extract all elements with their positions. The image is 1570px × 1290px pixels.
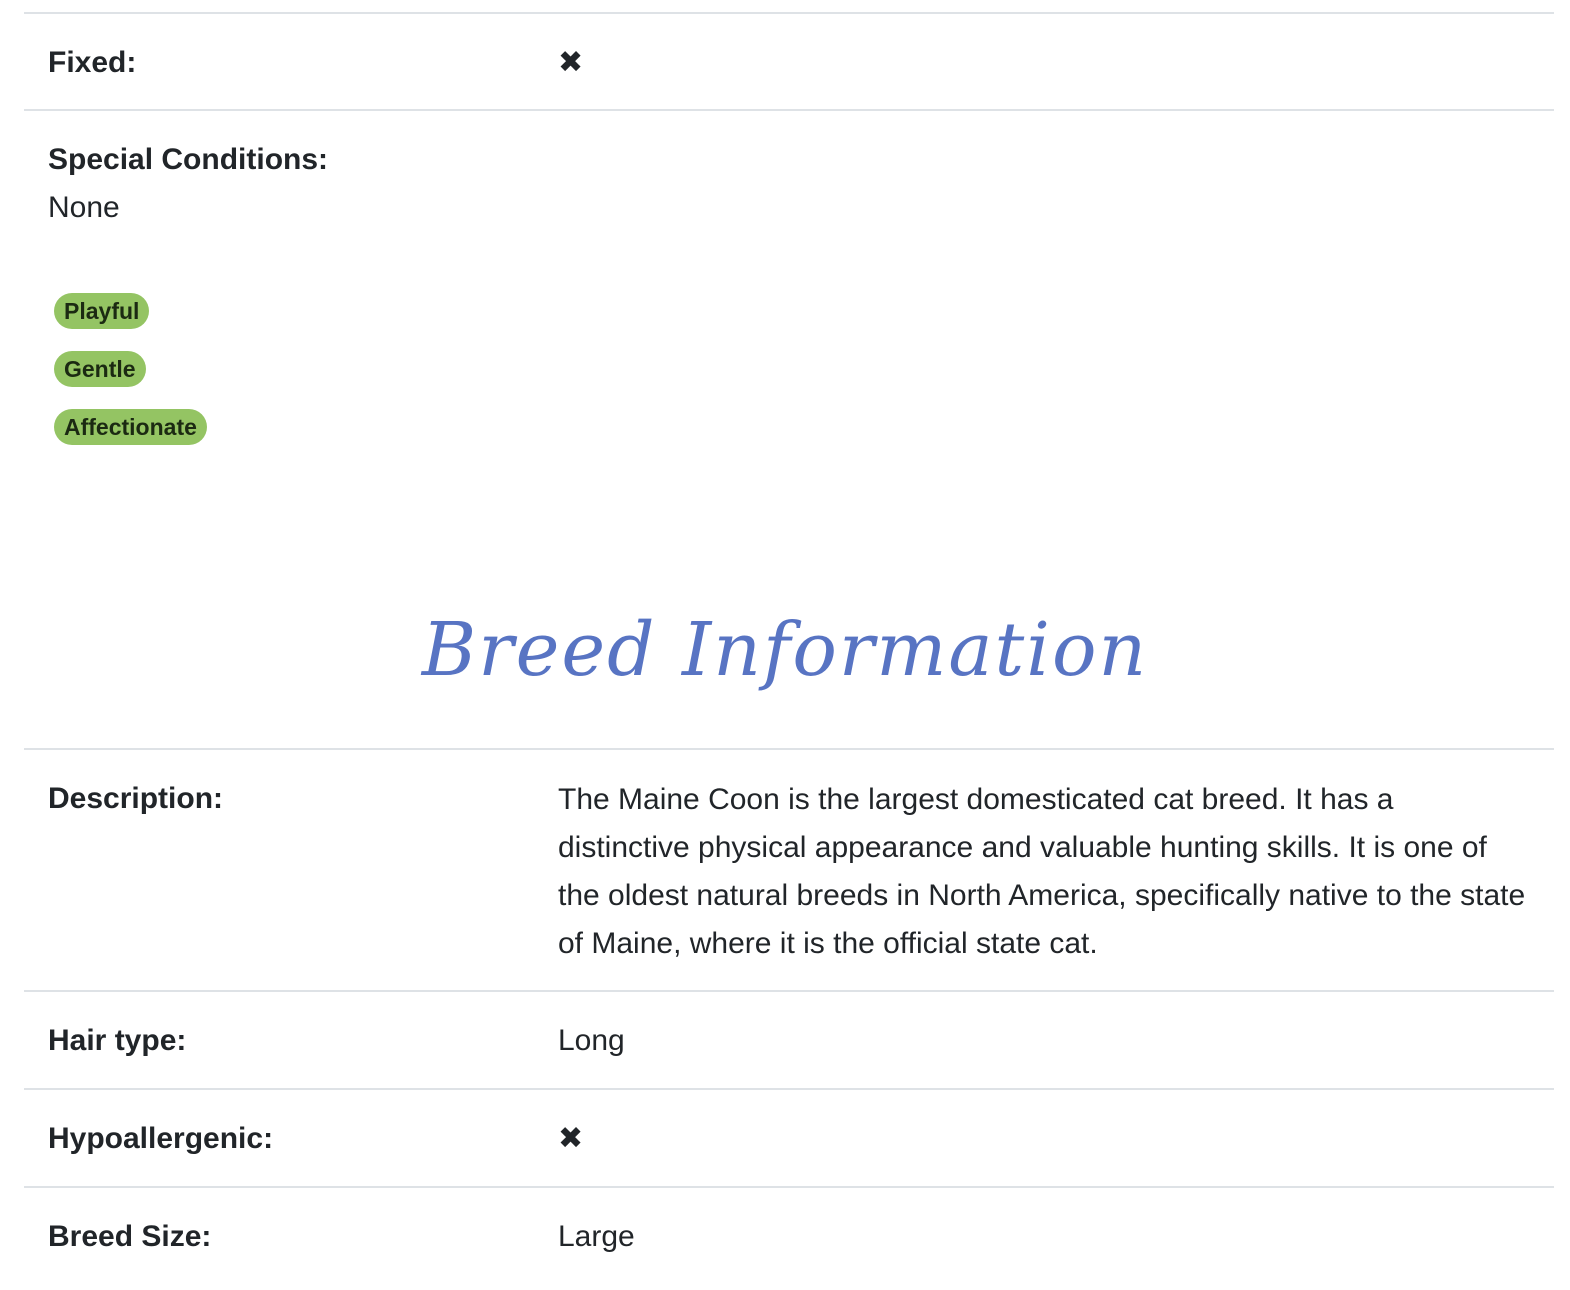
row-divider xyxy=(24,12,1554,14)
fixed-label: Fixed: xyxy=(48,46,137,79)
row-divider xyxy=(24,990,1554,992)
breed-size-label: Breed Size: xyxy=(48,1220,212,1253)
tag-badge: Gentle xyxy=(54,351,146,387)
section-title: Breed Information xyxy=(421,607,1149,693)
special-conditions-value: None xyxy=(48,191,120,224)
x-icon: ✖ xyxy=(558,1121,584,1156)
breed-size-value: Large xyxy=(558,1220,635,1253)
hypoallergenic-label: Hypoallergenic: xyxy=(48,1122,274,1155)
description-label: Description: xyxy=(48,782,224,815)
hair-type-label: Hair type: xyxy=(48,1024,187,1057)
row-divider xyxy=(24,1088,1554,1090)
special-conditions-label: Special Conditions: xyxy=(48,143,329,176)
row-divider xyxy=(24,748,1554,750)
description-value: The Maine Coon is the largest domesticat… xyxy=(558,783,1526,960)
row-divider xyxy=(24,1186,1554,1188)
tag-badge: Affectionate xyxy=(54,409,207,445)
row-divider xyxy=(24,109,1554,111)
hair-type-value: Long xyxy=(558,1024,625,1057)
tag-badge: Playful xyxy=(54,293,150,329)
x-icon: ✖ xyxy=(558,45,584,80)
